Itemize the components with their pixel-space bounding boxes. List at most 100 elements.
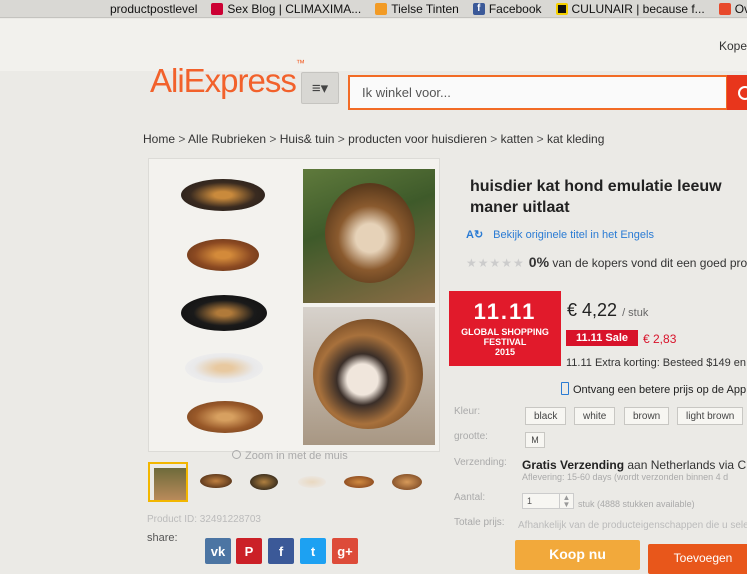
rating-percent: 0% [528, 254, 550, 270]
aliexpress-logo[interactable]: AliExpress™ [150, 58, 305, 100]
googleplus-icon: g+ [337, 543, 353, 559]
total-price-text: Afhankelijk van de producteigenschappen … [518, 520, 747, 531]
twitter-share-button[interactable]: t [300, 538, 326, 564]
promo-line-1: GLOBAL SHOPPING [461, 327, 549, 337]
thumbnail-3[interactable] [244, 462, 284, 502]
bookmark-tielse-tinten[interactable]: Tielse Tinten [375, 2, 459, 16]
product-id: Product ID: 32491228703 [147, 514, 261, 525]
product-title: huisdier kat hond emulatie leeuw maner u… [470, 178, 722, 216]
breadcrumb-home-garden[interactable]: Huis& tuin [280, 132, 335, 146]
mane-image-black [179, 293, 269, 337]
color-option-white[interactable]: white [574, 407, 616, 425]
shipping-label: Verzending: [454, 457, 507, 468]
mane-image-white [179, 349, 269, 393]
vk-share-button[interactable]: vk [205, 538, 231, 564]
delivery-estimate: Aflevering: 15-60 days (wordt verzonden … [522, 472, 729, 482]
bookmark-label: Sex Blog | CLIMAXIMA... [227, 1, 362, 16]
add-to-cart-button[interactable]: Toevoegen [648, 544, 747, 574]
shipping-destination[interactable]: aan Netherlands via C [627, 458, 746, 472]
rating-summary: ★★★★★ 0% van de kopers vond dit een goed … [466, 254, 747, 270]
culunair-icon [555, 2, 568, 15]
color-option-light-brown[interactable]: light brown [677, 407, 744, 425]
breadcrumb-home[interactable]: Home [143, 132, 175, 146]
zoom-hint: Zoom in met de muis [232, 450, 348, 462]
price: € 4,22 / stuk [567, 300, 648, 321]
rating-text: van de kopers vond dit een goed product [552, 256, 747, 270]
free-shipping-text: Gratis Verzending [522, 458, 625, 472]
bookmark-culunair[interactable]: CULUNAIR | because f... [555, 1, 705, 16]
bookmark-facebook[interactable]: f Facebook [472, 2, 542, 16]
bookmark-overzicht[interactable]: Overzicht - Goo [718, 1, 747, 16]
size-option-m[interactable]: M [525, 432, 545, 448]
app-offer-link[interactable]: Ontvang een betere prijs op de App ▾ [561, 382, 747, 396]
shopping-festival-banner: 11.11 GLOBAL SHOPPING FESTIVAL 2015 [449, 291, 561, 366]
translate-icon: A↻ [466, 229, 484, 241]
buy-now-button[interactable]: Koop nu [515, 540, 640, 570]
sale-badge: 11.11 Sale [566, 330, 638, 346]
color-option-black[interactable]: black [525, 407, 567, 425]
sale-price: € 2,83 [643, 332, 677, 346]
promo-number: 11.11 [473, 299, 537, 324]
search-input[interactable] [350, 77, 747, 108]
bookmark-label: Overzicht - Goo [734, 1, 747, 16]
pinterest-share-button[interactable]: P [236, 538, 262, 564]
thumbnail-1[interactable] [148, 462, 188, 502]
thumbnail-4[interactable] [292, 462, 332, 502]
search-icon [738, 86, 747, 100]
vk-icon: vk [210, 543, 226, 559]
bookmark-sex-blog[interactable]: Sex Blog | CLIMAXIMA... [211, 2, 361, 16]
mane-image-brown [179, 235, 269, 279]
price-unit: / stuk [622, 307, 649, 319]
facebook-share-button[interactable]: f [268, 538, 294, 564]
shipping-info: Gratis Verzending aan Netherlands via C [522, 458, 746, 472]
cat-photo-top [303, 169, 435, 303]
zoom-hint-text: Zoom in met de muis [245, 450, 348, 462]
magnifier-icon [232, 450, 241, 459]
search-box [348, 75, 747, 110]
promo-line-2: FESTIVAL [483, 337, 527, 347]
total-price-label: Totale prijs: [454, 517, 505, 528]
price-value: € 4,22 [567, 300, 618, 320]
mane-image-black-brown [179, 175, 269, 219]
bookmark-label: productpostlevel [110, 1, 198, 16]
quantity-stepper[interactable]: ▲ ▼ [559, 494, 573, 509]
app-offer-text: Ontvang een betere prijs op de App ▾ [573, 384, 747, 396]
stock-info: stuk (4888 stukken available) [578, 499, 695, 509]
star-rating-icon: ★★★★★ [466, 256, 525, 270]
size-label: grootte: [454, 431, 488, 442]
cat-photo-bottom [303, 307, 435, 445]
googleplus-share-button[interactable]: g+ [332, 538, 358, 564]
color-label: Kleur: [454, 406, 481, 417]
thumbnail-2[interactable] [196, 462, 236, 502]
color-option-brown[interactable]: brown [624, 407, 670, 425]
phone-icon [561, 382, 569, 395]
breadcrumb-cats[interactable]: katten [501, 132, 534, 146]
mane-image-light-brown [179, 399, 269, 443]
top-strip [0, 19, 747, 71]
thumbnail-5[interactable] [340, 462, 380, 502]
thumbnail-6[interactable] [388, 462, 428, 502]
breadcrumb-all-categories[interactable]: Alle Rubrieken [188, 132, 266, 146]
extra-discount: 11.11 Extra korting: Besteed $149 en or [566, 357, 747, 369]
facebook-icon: f [278, 543, 284, 559]
logo-text: AliExpress [150, 62, 297, 99]
bookmark-productpostlevel[interactable]: productpostlevel [110, 2, 197, 16]
account-link[interactable]: Kope [719, 39, 747, 53]
category-menu-button[interactable]: ≡▾ [301, 72, 339, 104]
bookmarks-bar: productpostlevel Sex Blog | CLIMAXIMA...… [0, 0, 747, 18]
facebook-icon: f [472, 2, 485, 15]
pinterest-icon: P [244, 543, 254, 559]
breadcrumb-cat-clothing[interactable]: kat kleding [547, 132, 604, 146]
blog-icon [211, 2, 224, 15]
product-image-panel [148, 158, 440, 452]
promo-line-3: 2015 [494, 347, 516, 357]
bookmark-label: CULUNAIR | because f... [571, 1, 705, 16]
thumbnail-strip [148, 462, 438, 504]
share-label: share: [147, 532, 178, 544]
search-button[interactable] [727, 75, 747, 110]
breadcrumb-pet-products[interactable]: producten voor huisdieren [348, 132, 487, 146]
main-product-image[interactable] [303, 169, 435, 445]
translate-title-link[interactable]: A↻ Bekijk originele titel in het Engels [466, 228, 654, 241]
quantity-label: Aantal: [454, 492, 486, 503]
translate-link-text: Bekijk originele titel in het Engels [493, 229, 654, 241]
